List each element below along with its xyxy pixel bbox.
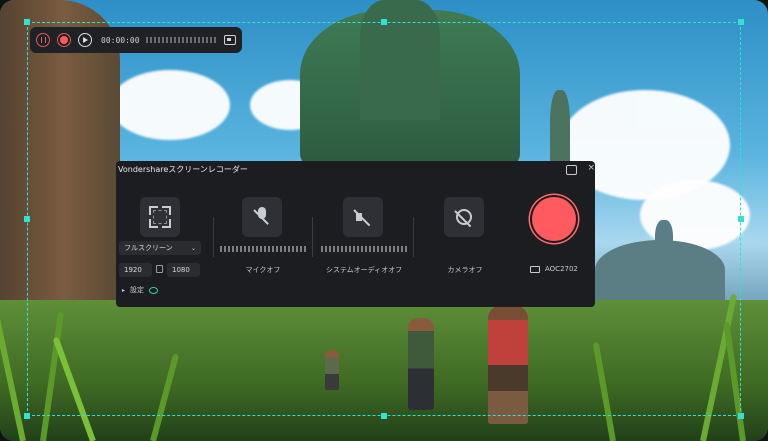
monitor-icon <box>530 265 540 273</box>
camera-off-icon <box>455 208 473 226</box>
height-input[interactable]: 1080 <box>167 263 200 277</box>
system-audio-level-meter <box>321 246 407 252</box>
play-button[interactable] <box>78 33 92 47</box>
divider <box>413 217 414 257</box>
width-value: 1920 <box>124 266 142 274</box>
screenshot-icon[interactable] <box>566 165 577 175</box>
settings-indicator-icon <box>149 286 159 294</box>
capture-mode-dropdown[interactable]: フルスクリーン ⌄ <box>119 241 201 255</box>
chevron-down-icon: ⌄ <box>190 244 196 252</box>
record-button[interactable] <box>57 33 71 47</box>
panel-title: Vondershareスクリーンレコーダー <box>118 165 248 174</box>
mini-recording-toolbar: 00:00:00 <box>30 27 242 53</box>
start-recording-button[interactable] <box>532 197 576 241</box>
close-icon[interactable]: × <box>587 163 595 173</box>
resize-handle-middle-right[interactable] <box>738 216 744 222</box>
microphone-level-meter <box>220 246 306 252</box>
recorder-panel: Vondershareスクリーンレコーダー × フルスクリーン ⌄ 1920 1… <box>116 161 595 307</box>
settings-label: 設定 <box>130 286 145 294</box>
system-audio-toggle-button[interactable] <box>343 197 383 237</box>
divider <box>312 217 313 257</box>
pause-button[interactable] <box>36 33 50 47</box>
microphone-off-icon <box>254 207 270 227</box>
height-value: 1080 <box>172 266 190 274</box>
audio-level-meter <box>145 37 216 43</box>
pause-icon <box>40 37 46 43</box>
resize-handle-bottom-left[interactable] <box>24 413 30 419</box>
microphone-label: マイクオフ <box>245 266 281 274</box>
lock-aspect-icon[interactable] <box>156 265 163 273</box>
recording-timer: 00:00:00 <box>101 35 140 45</box>
resize-handle-top-center[interactable] <box>381 19 387 25</box>
record-icon <box>60 36 68 44</box>
resize-handle-top-right[interactable] <box>738 19 744 25</box>
fullscreen-capture-button[interactable] <box>140 197 180 237</box>
speaker-off-icon <box>354 208 372 226</box>
capture-mode-value: フルスクリーン <box>124 244 173 252</box>
play-icon <box>83 37 88 43</box>
resize-handle-bottom-center[interactable] <box>381 413 387 419</box>
resize-handle-top-left[interactable] <box>24 19 30 25</box>
system-audio-label: システムオーディオオフ <box>325 266 403 274</box>
caret-right-icon: ▸ <box>122 286 126 294</box>
settings-toggle[interactable]: ▸ 設定 <box>122 285 159 295</box>
monitor-selector[interactable]: AOC2702 <box>530 265 578 273</box>
camera-toggle-button[interactable] <box>444 197 484 237</box>
divider <box>213 217 214 257</box>
microphone-toggle-button[interactable] <box>242 197 282 237</box>
screenshot-icon[interactable] <box>224 35 236 45</box>
resize-handle-bottom-right[interactable] <box>738 413 744 419</box>
resize-handle-middle-left[interactable] <box>24 216 30 222</box>
camera-label: カメラオフ <box>447 266 483 274</box>
monitor-label: AOC2702 <box>545 265 578 273</box>
width-input[interactable]: 1920 <box>119 263 152 277</box>
fullscreen-icon <box>149 206 171 228</box>
